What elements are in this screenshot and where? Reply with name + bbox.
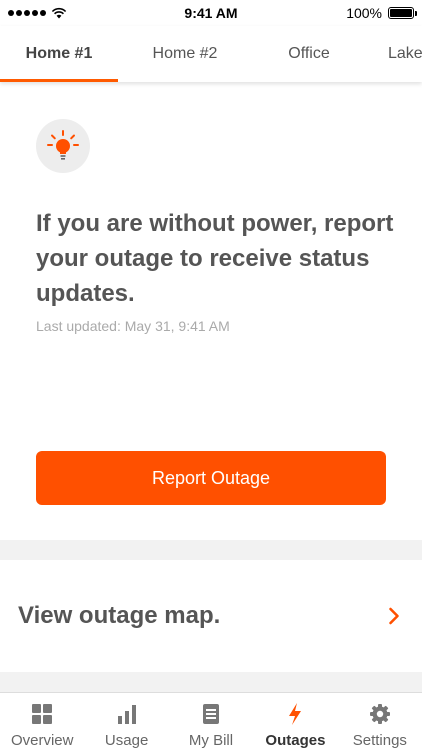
nav-label-overview: Overview — [10, 732, 74, 749]
nav-label-settings: Settings — [352, 732, 407, 749]
view-outage-map-label: View outage map. — [18, 602, 221, 629]
nav-item-outages[interactable]: Outages — [253, 693, 337, 750]
outage-card: If you are without power, report your ou… — [0, 82, 422, 540]
wifi-icon — [51, 7, 67, 19]
lightning-icon — [283, 702, 307, 726]
nav-item-usage[interactable]: Usage — [84, 693, 168, 750]
status-left — [8, 7, 118, 19]
nav-item-settings[interactable]: Settings — [338, 693, 422, 750]
nav-item-overview[interactable]: Overview — [0, 693, 84, 750]
report-outage-button[interactable]: Report Outage — [36, 451, 386, 505]
chevron-right-icon — [388, 607, 400, 625]
view-outage-map-row[interactable]: View outage map. — [0, 560, 422, 672]
nav-label-usage: Usage — [104, 732, 149, 749]
tab-office[interactable]: Office — [252, 26, 366, 82]
bottom-nav: Overview Usage My Bill Outages Settings — [0, 692, 422, 750]
lightbulb-icon — [36, 119, 90, 173]
location-tabs: Home #1 Home #2 Office Lake — [0, 26, 422, 82]
outage-headline: If you are without power, report your ou… — [36, 210, 394, 307]
bar-chart-icon — [115, 702, 139, 726]
active-tab-indicator — [0, 79, 118, 82]
status-right: 100% — [346, 5, 417, 21]
battery-fill — [390, 9, 412, 17]
gear-icon — [368, 702, 392, 726]
document-icon — [199, 702, 223, 726]
status-bar: 9:41 AM 100% — [0, 0, 422, 26]
tab-home-1[interactable]: Home #1 — [0, 26, 118, 82]
last-updated-text: Last updated: May 31, 9:41 AM — [36, 318, 230, 334]
nav-label-outages: Outages — [265, 732, 326, 749]
nav-label-my-bill: My Bill — [188, 732, 234, 749]
signal-icon — [8, 10, 46, 16]
tab-lake[interactable]: Lake — [388, 26, 422, 82]
battery-icon — [388, 7, 417, 19]
nav-item-my-bill[interactable]: My Bill — [169, 693, 253, 750]
battery-percent: 100% — [346, 5, 382, 21]
grid-icon — [30, 702, 54, 726]
tab-home-2[interactable]: Home #2 — [118, 26, 252, 82]
